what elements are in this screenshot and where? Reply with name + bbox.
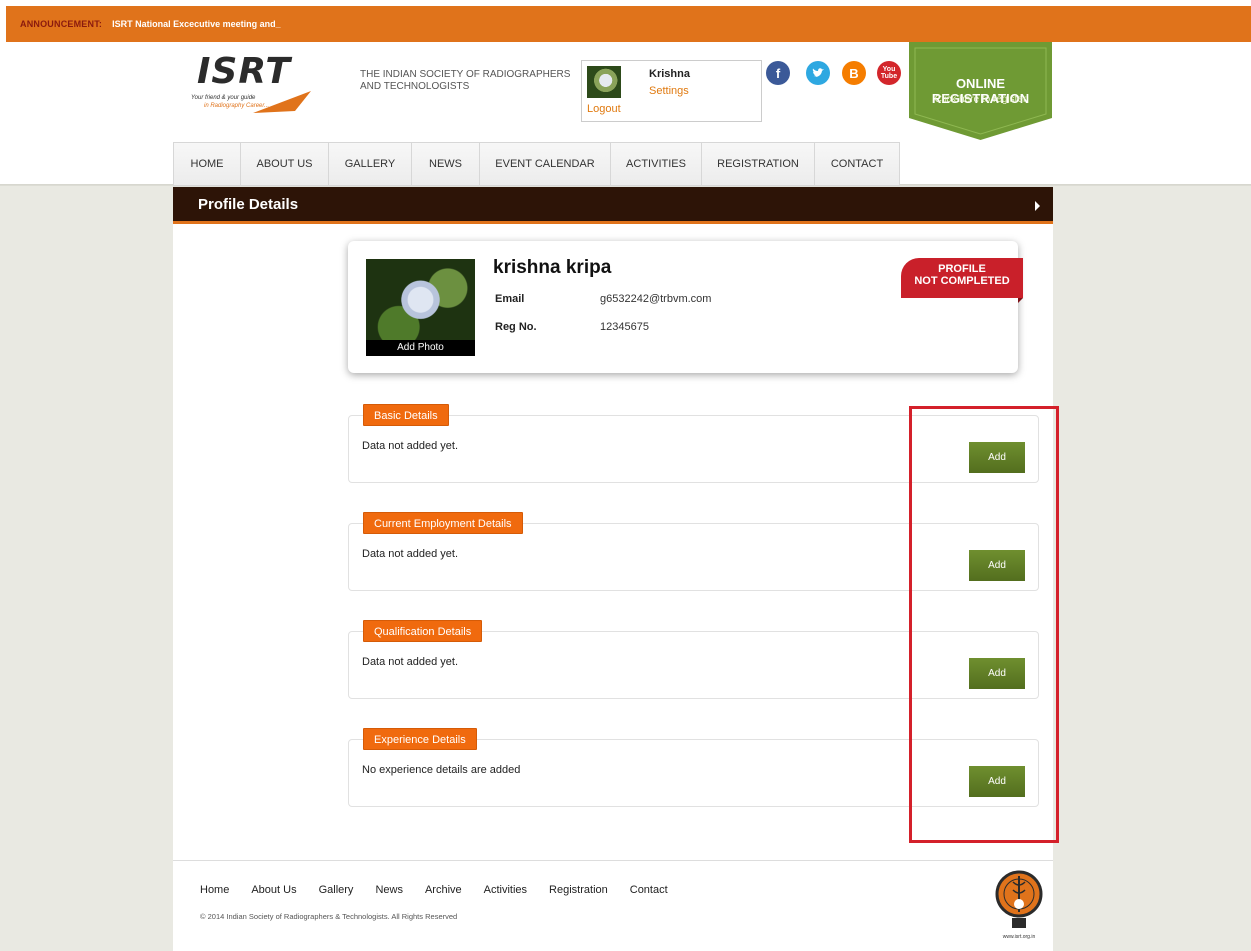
settings-link[interactable]: Settings: [649, 85, 689, 97]
logo-swoosh-icon: [253, 91, 311, 113]
nav-event-calendar[interactable]: EVENT CALENDAR: [480, 143, 611, 185]
announcement-bar: ANNOUNCEMENT: ISRT National Excecutive m…: [6, 6, 1251, 42]
isrt-logo[interactable]: ISRT Your friend & your guide in Radiogr…: [191, 51, 316, 120]
user-avatar[interactable]: [587, 66, 621, 98]
footer-link-archive[interactable]: Archive: [425, 884, 462, 896]
profile-name: krishna kripa: [493, 257, 612, 278]
left-background-panel: [0, 186, 173, 951]
basic-details-title: Basic Details: [363, 404, 449, 426]
blogger-icon[interactable]: B: [842, 61, 866, 85]
basic-details-message: Data not added yet.: [362, 440, 459, 452]
right-background-panel: [1053, 186, 1251, 951]
profile-details-header: Profile Details: [173, 187, 1053, 224]
logo-text: ISRT: [197, 51, 291, 92]
footer-divider: [173, 860, 1053, 861]
copyright-text: © 2014 Indian Society of Radiographers &…: [200, 912, 458, 921]
footer-link-gallery[interactable]: Gallery: [319, 884, 354, 896]
footer-link-activities[interactable]: Activities: [484, 884, 527, 896]
nav-activities[interactable]: ACTIVITIES: [611, 143, 702, 185]
email-value: g6532242@trbvm.com: [600, 293, 712, 305]
nav-contact[interactable]: CONTACT: [815, 143, 899, 185]
logo-tagline-1: Your friend & your guide: [191, 95, 256, 101]
footer-link-news[interactable]: News: [375, 884, 403, 896]
facebook-icon[interactable]: f: [766, 61, 790, 85]
registration-subtitle: Click here to register: [934, 94, 1027, 105]
chevron-right-icon[interactable]: [1035, 201, 1040, 211]
email-label: Email: [495, 293, 525, 305]
main-navigation: HOME ABOUT US GALLERY NEWS EVENT CALENDA…: [173, 142, 900, 186]
footer-link-contact[interactable]: Contact: [630, 884, 668, 896]
status-line-1: PROFILE: [938, 263, 986, 275]
footer-link-registration[interactable]: Registration: [549, 884, 608, 896]
logout-link[interactable]: Logout: [587, 103, 621, 115]
add-photo-button[interactable]: Add Photo: [366, 340, 475, 356]
announcement-text[interactable]: ISRT National Excecutive meeting and_: [112, 19, 281, 29]
user-name: Krishna: [649, 68, 690, 80]
twitter-icon[interactable]: [806, 61, 830, 85]
isrt-seal-icon: [995, 870, 1043, 928]
announcement-label: ANNOUNCEMENT:: [20, 19, 103, 29]
employment-details-message: Data not added yet.: [362, 548, 459, 560]
nav-about-us[interactable]: ABOUT US: [241, 143, 329, 185]
user-panel: Krishna Settings Logout: [581, 60, 762, 122]
logo-tagline-2: in Radiography Career...: [204, 103, 270, 109]
isrt-seal: www.isrt.org.in: [994, 862, 1044, 942]
nav-registration[interactable]: REGISTRATION: [702, 143, 815, 185]
employment-details-title: Current Employment Details: [363, 512, 523, 534]
ribbon-fold: [1018, 298, 1023, 303]
organization-name: THE INDIAN SOCIETY OF RADIOGRAPHERS AND …: [360, 69, 571, 92]
online-registration-banner[interactable]: ONLINE REGISTRATION Click here to regist…: [909, 42, 1052, 140]
status-line-2: NOT COMPLETED: [914, 275, 1010, 287]
seal-url: www.isrt.org.in: [1002, 934, 1036, 940]
youtube-icon[interactable]: You Tube: [877, 61, 901, 85]
footer-navigation: Home About Us Gallery News Archive Activ…: [200, 884, 668, 896]
nav-news[interactable]: NEWS: [412, 143, 480, 185]
qualification-details-message: Data not added yet.: [362, 656, 459, 668]
nav-home[interactable]: HOME: [174, 143, 241, 185]
footer-link-about-us[interactable]: About Us: [251, 884, 296, 896]
experience-details-title: Experience Details: [363, 728, 477, 750]
footer-link-home[interactable]: Home: [200, 884, 229, 896]
profile-status-badge: PROFILE NOT COMPLETED: [901, 258, 1023, 298]
reg-no-label: Reg No.: [495, 321, 537, 333]
reg-no-value: 12345675: [600, 321, 649, 333]
page-title: Profile Details: [198, 196, 299, 213]
annotation-highlight-box: [909, 406, 1059, 843]
qualification-details-title: Qualification Details: [363, 620, 483, 642]
nav-gallery[interactable]: GALLERY: [329, 143, 412, 185]
experience-details-message: No experience details are added: [362, 764, 521, 776]
